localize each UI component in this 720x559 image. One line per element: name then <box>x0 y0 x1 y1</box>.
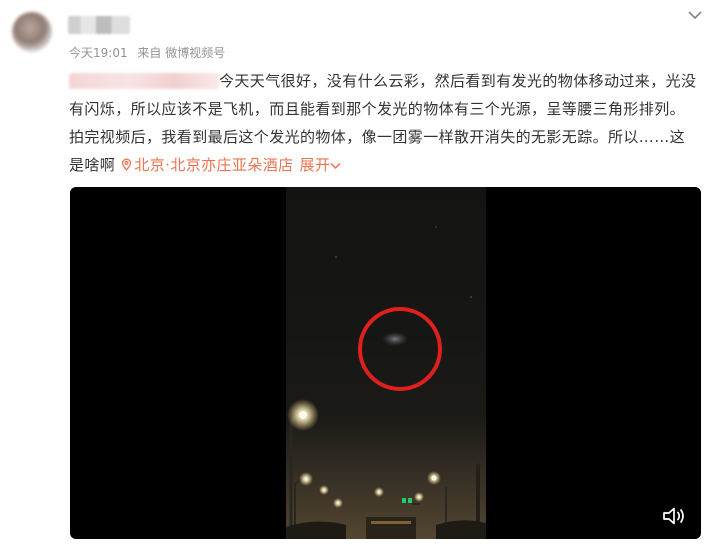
night-sky-scene <box>286 226 486 539</box>
video-frame <box>286 187 486 539</box>
location-link[interactable]: 北京·北京亦庄亚朵酒店 <box>120 156 293 174</box>
avatar[interactable] <box>12 12 52 52</box>
post-meta: 今天19:01 来自 微博视频号 <box>69 44 231 61</box>
speaker-icon[interactable] <box>661 505 687 527</box>
post-source[interactable]: 来自 微博视频号 <box>137 46 225 60</box>
expand-label: 展开 <box>299 156 331 174</box>
username-blurred[interactable] <box>68 16 130 34</box>
chevron-down-icon <box>330 162 341 170</box>
location-label: 北京·北京亦庄亚朵酒店 <box>134 156 294 174</box>
location-pin-icon <box>122 158 132 171</box>
glowing-object <box>382 332 408 346</box>
chevron-down-icon[interactable] <box>686 6 704 24</box>
post-body: 今天天气很好，没有什么云彩，然后看到有发光的物体移动过来，光没有闪烁，所以应该不… <box>69 67 699 179</box>
video-player[interactable] <box>70 187 701 539</box>
post-time[interactable]: 今天19:01 <box>69 46 128 60</box>
blurred-mention <box>69 73 219 89</box>
highlight-circle <box>358 307 442 391</box>
expand-button[interactable]: 展开 <box>300 156 342 174</box>
